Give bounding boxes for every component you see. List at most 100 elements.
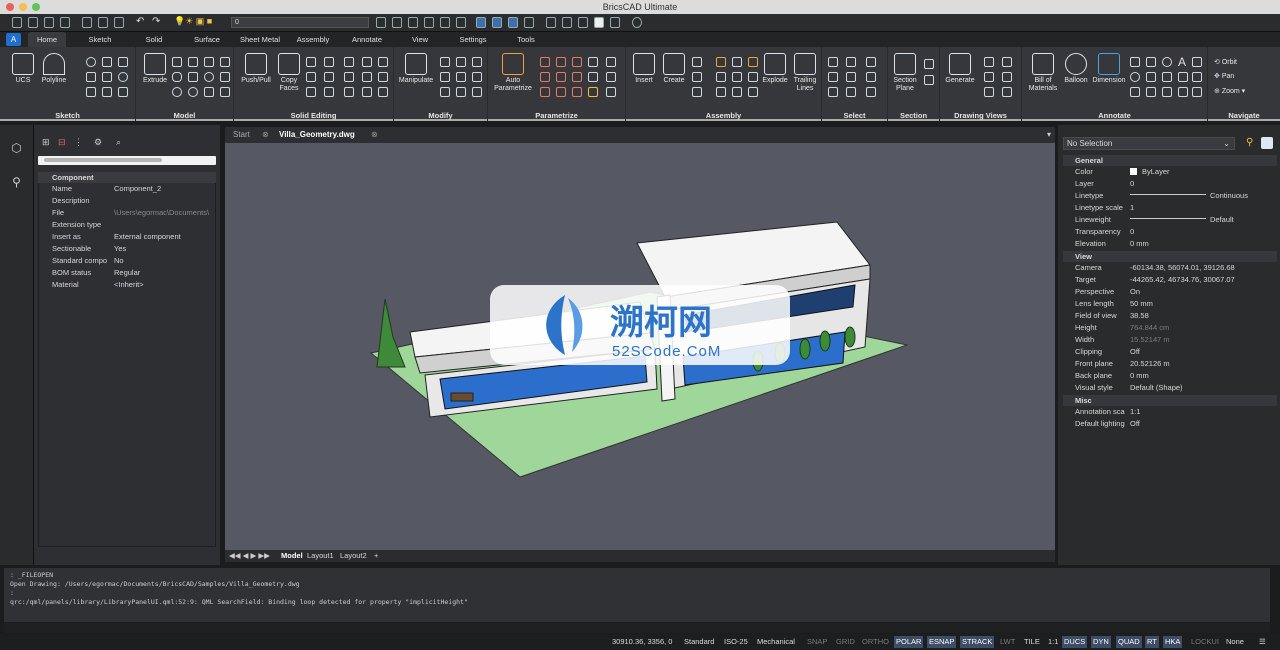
solid-edit-7-icon[interactable]: [324, 72, 334, 82]
assembly-tool-10-icon[interactable]: [716, 87, 726, 97]
view-tool-c-icon[interactable]: [984, 72, 994, 82]
slice-icon[interactable]: [220, 87, 230, 97]
assembly-tool-2-icon[interactable]: [716, 57, 726, 67]
layout-nav-icons[interactable]: ◀◀ ◀ ▶ ▶▶: [229, 550, 270, 562]
ellipse-icon[interactable]: [118, 72, 128, 82]
copy-icon[interactable]: [440, 72, 450, 82]
settings-icon[interactable]: ⚙: [94, 137, 102, 148]
polyline-button[interactable]: Polyline: [38, 53, 70, 85]
insert-button[interactable]: Insert: [630, 53, 658, 85]
status-standard[interactable]: Standard: [682, 636, 716, 648]
property-row[interactable]: Lens length 50 mm: [1063, 298, 1277, 310]
tree-tool-1-icon[interactable]: ⊞: [42, 137, 50, 148]
property-row[interactable]: BOM status Regular: [38, 267, 216, 279]
property-row[interactable]: Perspective On: [1063, 286, 1277, 298]
constraint-13-icon[interactable]: [606, 87, 616, 97]
status-hka[interactable]: HKA: [1163, 636, 1183, 648]
mechanical-browser-icon[interactable]: ⬡: [10, 141, 23, 155]
torus-icon[interactable]: [204, 72, 214, 82]
view-tool-6-icon[interactable]: [562, 17, 572, 28]
select-tool-8-icon[interactable]: [846, 87, 856, 97]
property-row[interactable]: Camera -60134.38, 56074.01, 39126.68: [1063, 262, 1277, 274]
assembly-tool-9-icon[interactable]: [692, 87, 702, 97]
constraint-2-icon[interactable]: [556, 57, 566, 67]
select-tool-2-icon[interactable]: [846, 57, 856, 67]
line-icon[interactable]: [86, 72, 96, 82]
save-icon[interactable]: [44, 17, 54, 28]
property-row[interactable]: Material <Inherit>: [38, 279, 216, 291]
assembly-tool-7-icon[interactable]: [732, 72, 742, 82]
select-tool-7-icon[interactable]: [828, 87, 838, 97]
constraint-8-icon[interactable]: [588, 72, 598, 82]
new-icon[interactable]: [12, 17, 22, 28]
property-row[interactable]: Color ByLayer: [1063, 166, 1277, 178]
print-preview-icon[interactable]: [98, 17, 108, 28]
annotate-tool-9-icon[interactable]: [1192, 72, 1202, 82]
solid-edit-5-icon[interactable]: [378, 57, 388, 67]
property-row[interactable]: Linetype scale 1: [1063, 202, 1277, 214]
trailing-lines-button[interactable]: Trailing Lines: [790, 53, 820, 93]
constraint-4-icon[interactable]: [588, 57, 598, 67]
redo-icon[interactable]: ↷: [152, 16, 160, 27]
property-row[interactable]: Height 764.844 cm: [1063, 322, 1277, 334]
status-strack[interactable]: STRACK: [960, 636, 995, 648]
revolve-icon[interactable]: [188, 72, 198, 82]
constraint-9-icon[interactable]: [606, 72, 616, 82]
annotate-tool-11-icon[interactable]: [1146, 87, 1156, 97]
constraint-11-icon[interactable]: [556, 87, 566, 97]
wedge-icon[interactable]: [188, 57, 198, 67]
component-section-header[interactable]: Component: [38, 172, 216, 183]
solid-edit-6-icon[interactable]: [306, 72, 316, 82]
property-row[interactable]: File \Users\egormac\Documents\: [38, 207, 216, 219]
boolean-icon[interactable]: [204, 87, 214, 97]
solid-edit-1-icon[interactable]: [306, 57, 316, 67]
constraint-5-icon[interactable]: [540, 72, 550, 82]
property-row[interactable]: Layer 0: [1063, 178, 1277, 190]
solid-edit-14-icon[interactable]: [362, 87, 372, 97]
sphere-icon[interactable]: [172, 87, 182, 97]
annotate-tool-6-icon[interactable]: [1146, 72, 1156, 82]
solid-edit-3-icon[interactable]: [344, 57, 354, 67]
annotate-tool-1-icon[interactable]: [1130, 57, 1140, 67]
view-tool-f-icon[interactable]: [1002, 87, 1012, 97]
assembly-tool-1-icon[interactable]: [692, 57, 702, 67]
sweep-icon[interactable]: [188, 87, 198, 97]
cone-icon[interactable]: [204, 57, 214, 67]
loft-icon[interactable]: [220, 72, 230, 82]
tree-tool-3-icon[interactable]: ⋮: [74, 137, 83, 148]
assembly-tool-3-icon[interactable]: [732, 57, 742, 67]
tab-assembly[interactable]: Assembly: [292, 32, 334, 47]
select-tool-1-icon[interactable]: [828, 57, 838, 67]
view-tool-8-icon[interactable]: [594, 17, 604, 28]
tab-tools[interactable]: Tools: [508, 32, 544, 47]
solid-edit-2-icon[interactable]: [324, 57, 334, 67]
layer-tool-2-icon[interactable]: [392, 17, 402, 28]
annotate-tool-13-icon[interactable]: [1192, 87, 1202, 97]
solid-edit-4-icon[interactable]: [362, 57, 372, 67]
view-tool-4-icon[interactable]: [524, 17, 534, 28]
view-section-header[interactable]: View: [1063, 251, 1277, 262]
select-tool-6-icon[interactable]: [866, 72, 876, 82]
close-document-tab-icon[interactable]: ⊗: [371, 127, 378, 143]
view-tool-a-icon[interactable]: [984, 57, 994, 67]
fillet-icon[interactable]: [440, 87, 450, 97]
tab-annotate[interactable]: Annotate: [346, 32, 388, 47]
property-row[interactable]: Field of view 38.58: [1063, 310, 1277, 322]
constraint-12-icon[interactable]: [572, 87, 582, 97]
property-row[interactable]: Front plane 20.52126 m: [1063, 358, 1277, 370]
binoculars-icon[interactable]: ⌕: [116, 137, 121, 148]
status-iso-25[interactable]: ISO-25: [722, 636, 750, 648]
assembly-tool-5-icon[interactable]: [692, 72, 702, 82]
solid-edit-12-icon[interactable]: [324, 87, 334, 97]
browser-search-input[interactable]: [38, 156, 216, 165]
property-row[interactable]: Elevation 0 mm: [1063, 238, 1277, 250]
general-section-header[interactable]: General: [1063, 155, 1277, 166]
status-rt[interactable]: RT: [1145, 636, 1159, 648]
view-tool-d-icon[interactable]: [1002, 72, 1012, 82]
view-tool-9-icon[interactable]: [610, 17, 620, 28]
rectangle-icon[interactable]: [86, 87, 96, 97]
view-tool-b-icon[interactable]: [1002, 57, 1012, 67]
annotate-tool-8-icon[interactable]: [1178, 72, 1188, 82]
property-row[interactable]: Visual style Default (Shape): [1063, 382, 1277, 394]
misc-section-header[interactable]: Misc: [1063, 395, 1277, 406]
